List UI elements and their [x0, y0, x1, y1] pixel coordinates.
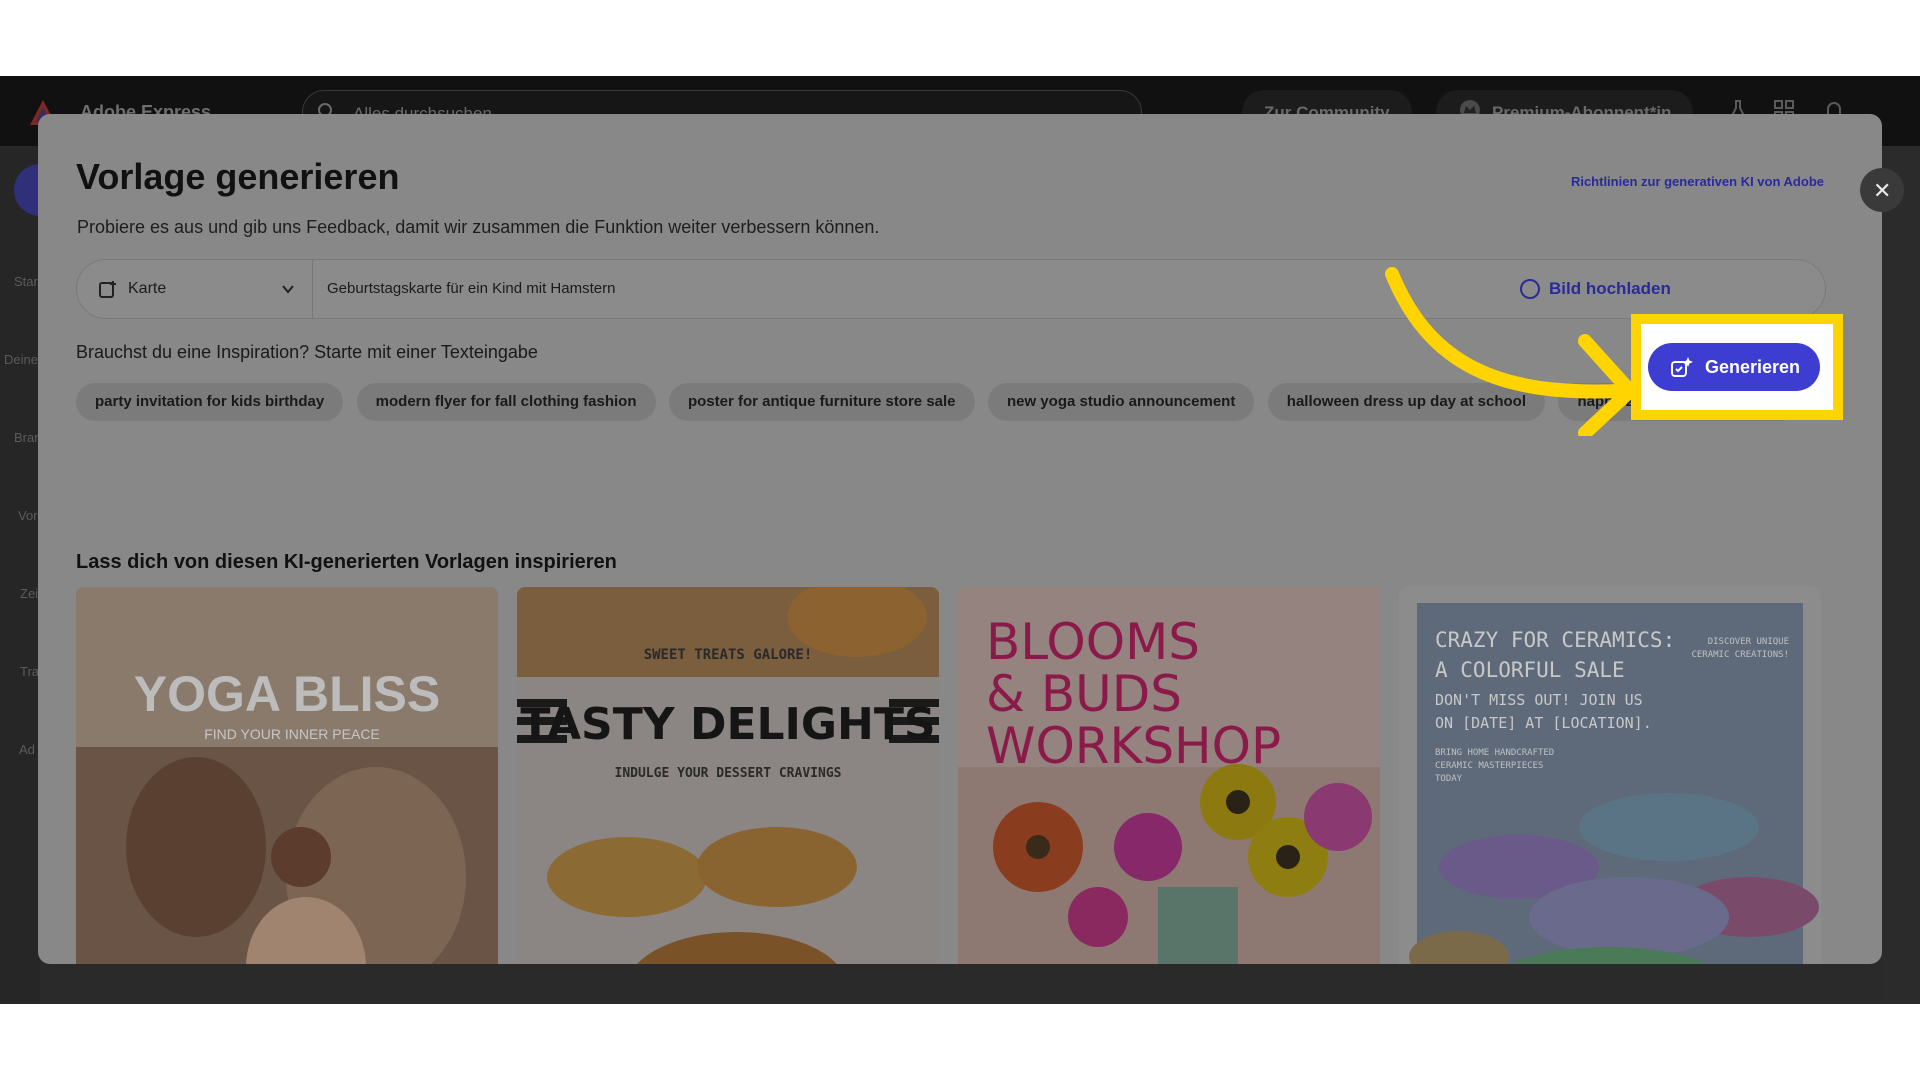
genai-guidelines-link[interactable]: Richtlinien zur generativen KI von Adobe	[1571, 174, 1824, 189]
ceramics-template-preview: CRAZY FOR CERAMICS: A COLORFUL SALE DISC…	[1399, 587, 1821, 964]
yoga-subtitle: FIND YOUR INNER PEACE	[204, 726, 380, 742]
generate-button-label: Generieren	[1705, 357, 1801, 377]
ceramics-small-2: CERAMIC MASTERPIECES	[1435, 761, 1543, 771]
ceramics-side-1: DISCOVER UNIQUE	[1708, 637, 1789, 647]
nav-item-your-content[interactable]: Deine	[4, 352, 38, 367]
close-icon: ✕	[1873, 178, 1892, 203]
suggestion-chip[interactable]: modern flyer for fall clothing fashion	[356, 383, 656, 421]
ceramics-side-2: CERAMIC CREATIONS!	[1691, 650, 1789, 660]
flower-title-line3: WORKSHOP	[986, 717, 1281, 775]
dessert-kicker: SWEET TREATS GALORE!	[644, 647, 813, 663]
prompt-input[interactable]: Geburtstagskarte für ein Kind mit Hamste…	[327, 280, 615, 297]
dialog-title: Vorlage generieren	[76, 156, 400, 197]
nav-item-templates[interactable]: Vor	[18, 508, 38, 523]
ceramics-small-3: TODAY	[1435, 774, 1463, 784]
flower-title-line1: BLOOMS	[986, 613, 1200, 671]
suggestion-chip[interactable]: new yoga studio announcement	[987, 383, 1255, 421]
gallery-heading: Lass dich von diesen KI-generierten Vorl…	[76, 551, 617, 573]
background-panel-right	[1882, 146, 1920, 1004]
template-type-value: Karte	[128, 280, 167, 297]
ceramics-body-1: DON'T MISS OUT! JOIN US	[1435, 691, 1643, 709]
nav-item-tools[interactable]: Tra	[20, 664, 39, 679]
inspiration-heading: Brauchst du eine Inspiration? Starte mit…	[76, 342, 538, 362]
ceramics-title-2: A COLORFUL SALE	[1435, 658, 1625, 682]
flower-title-line2: & BUDS	[986, 665, 1182, 723]
left-navigation: Star Deine Brar Vor Zei Tra Ad	[0, 146, 66, 1004]
flower-template-preview: BLOOMS & BUDS WORKSHOP	[958, 587, 1380, 964]
template-card-tasty-delights[interactable]: SWEET TREATS GALORE! TASTY DELIGHTS INDU…	[517, 587, 939, 964]
suggestion-chip[interactable]: poster for antique furniture store sale	[668, 383, 975, 421]
ceramics-title-1: CRAZY FOR CERAMICS:	[1435, 628, 1675, 652]
template-card-blooms-buds[interactable]: BLOOMS & BUDS WORKSHOP	[958, 587, 1380, 964]
yoga-title: YOGA BLISS	[134, 666, 441, 722]
nav-item-addons[interactable]: Ad	[19, 742, 35, 757]
generate-template-dialog: Vorlage generieren Probiere es aus und g…	[38, 114, 1882, 964]
template-card-yoga[interactable]: YOGA BLISS FIND YOUR INNER PEACE	[76, 587, 498, 964]
suggestion-chip[interactable]: party invitation for kids birthday	[76, 383, 344, 421]
nav-item-schedule[interactable]: Zei	[20, 586, 38, 601]
dessert-subtitle: INDULGE YOUR DESSERT CRAVINGS	[615, 766, 842, 781]
screen-recording: Adobe Express Alles durchsuchen Zur Comm…	[0, 76, 1920, 1004]
chevron-down-icon	[282, 285, 294, 294]
ceramics-small-1: BRING HOME HANDCRAFTED	[1435, 748, 1554, 758]
card-template-icon	[99, 281, 116, 298]
template-card-ceramics[interactable]: CRAZY FOR CERAMICS: A COLORFUL SALE DISC…	[1399, 587, 1821, 964]
dessert-template-preview: SWEET TREATS GALORE! TASTY DELIGHTS INDU…	[517, 587, 939, 964]
generate-button[interactable]: Generieren	[1648, 343, 1820, 391]
close-dialog-button[interactable]: ✕	[1860, 168, 1904, 212]
dialog-subtitle: Probiere es aus und gib uns Feedback, da…	[77, 217, 880, 237]
yoga-template-preview: YOGA BLISS FIND YOUR INNER PEACE	[76, 587, 498, 964]
template-type-dropdown[interactable]: Karte	[77, 260, 313, 318]
nav-item-home[interactable]: Star	[14, 274, 38, 289]
nav-item-brands[interactable]: Brar	[14, 430, 39, 445]
generate-sparkle-icon	[1671, 357, 1693, 377]
tutorial-arrow-icon	[1385, 267, 1637, 436]
dessert-title: TASTY DELIGHTS	[520, 699, 935, 750]
ceramics-body-2: ON [DATE] AT [LOCATION].	[1435, 714, 1652, 732]
